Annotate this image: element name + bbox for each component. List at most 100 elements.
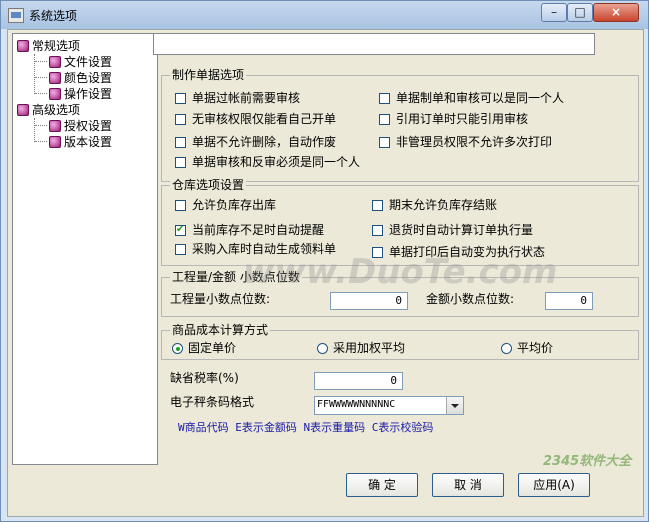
- header-text-box[interactable]: [153, 33, 595, 55]
- checkbox-box-checked[interactable]: [175, 223, 186, 237]
- amount-decimal-input[interactable]: 0: [545, 292, 593, 310]
- checkbox-box[interactable]: [379, 93, 390, 104]
- group-title: 制作单据选项: [170, 68, 247, 82]
- checkbox-box[interactable]: [175, 200, 186, 211]
- radio-average-price[interactable]: 平均价: [501, 341, 553, 355]
- checkbox-negative-stock-close[interactable]: 期末允许负库存结账: [372, 198, 497, 212]
- tree-item-operation-settings[interactable]: 操作设置: [49, 86, 112, 102]
- checkbox-box[interactable]: [175, 157, 186, 168]
- qty-decimal-input[interactable]: 0: [330, 292, 408, 310]
- chevron-down-icon[interactable]: [446, 397, 463, 414]
- options-tree[interactable]: 常规选项 文件设置 颜色设置 操作设置 高级选项 授权设置 版本设置: [12, 33, 158, 465]
- tree-item-label: 操作设置: [64, 87, 113, 101]
- book-icon: [49, 72, 61, 84]
- close-button[interactable]: ×: [593, 3, 639, 22]
- checkbox-label: 非管理员权限不允许多次打印: [396, 135, 553, 149]
- barcode-format-select[interactable]: FFWWWWWNNNNNC: [314, 396, 464, 415]
- checkbox-box[interactable]: [372, 225, 383, 236]
- book-icon: [17, 40, 29, 52]
- checkbox-box[interactable]: [175, 93, 186, 104]
- tree-item-file-settings[interactable]: 文件设置: [49, 54, 112, 70]
- book-icon: [49, 56, 61, 68]
- app-icon: [8, 8, 24, 23]
- group-title: 商品成本计算方式: [170, 323, 271, 337]
- checkbox-low-stock-alert[interactable]: 当前库存不足时自动提醒: [175, 223, 324, 237]
- radio-dot-selected[interactable]: [172, 343, 183, 354]
- cancel-button[interactable]: 取 消: [432, 473, 504, 497]
- radio-weighted-average[interactable]: 采用加权平均: [317, 341, 405, 355]
- group-title: 仓库选项设置: [170, 178, 247, 192]
- tree-item-label: 常规选项: [32, 39, 81, 53]
- dialog-body: 常规选项 文件设置 颜色设置 操作设置 高级选项 授权设置 版本设置 制作单据选…: [7, 29, 644, 517]
- amount-decimal-label: 金额小数点位数:: [426, 292, 515, 306]
- checkbox-box[interactable]: [175, 244, 186, 255]
- system-options-window: 系统选项 – □ × 常规选项 文件设置 颜色设置 操作设置 高级选项 授权设置…: [0, 0, 649, 522]
- checkbox-box[interactable]: [379, 114, 390, 125]
- radio-label: 固定单价: [188, 341, 237, 355]
- tax-rate-input[interactable]: 0: [314, 372, 403, 390]
- tree-connector: [34, 54, 35, 94]
- window-title: 系统选项: [29, 9, 78, 23]
- tree-connector: [35, 61, 47, 62]
- tree-item-label: 高级选项: [32, 103, 81, 117]
- checkbox-own-bills-only[interactable]: 无审核权限仅能看自己开单: [175, 112, 336, 126]
- radio-label: 采用加权平均: [333, 341, 406, 355]
- tree-item-license-settings[interactable]: 授权设置: [49, 118, 112, 134]
- book-icon: [49, 88, 61, 100]
- checkbox-require-audit[interactable]: 单据过帐前需要审核: [175, 91, 300, 105]
- tree-item-general[interactable]: 常规选项: [17, 38, 80, 54]
- tree-item-color-settings[interactable]: 颜色设置: [49, 70, 112, 86]
- checkbox-same-person[interactable]: 单据制单和审核可以是同一个人: [379, 91, 564, 105]
- book-icon: [49, 136, 61, 148]
- radio-dot[interactable]: [317, 343, 328, 354]
- barcode-format-hint: W商品代码 E表示金额码 N表示重量码 C表示校验码: [178, 421, 434, 434]
- radio-fixed-price[interactable]: 固定单价: [172, 341, 236, 355]
- tree-item-label: 授权设置: [64, 119, 113, 133]
- checkbox-no-delete[interactable]: 单据不允许删除，自动作废: [175, 135, 336, 149]
- checkbox-label: 当前库存不足时自动提醒: [192, 223, 325, 237]
- barcode-format-value: FFWWWWWNNNNNC: [317, 399, 396, 410]
- tree-connector: [35, 125, 47, 126]
- ok-button[interactable]: 确 定: [346, 473, 418, 497]
- tree-connector: [35, 93, 47, 94]
- checkbox-label: 单据过帐前需要审核: [192, 91, 301, 105]
- radio-label: 平均价: [517, 341, 554, 355]
- bill-options-group: 制作单据选项 单据过帐前需要审核 单据制单和审核可以是同一个人 无审核权限仅能看…: [161, 68, 639, 182]
- book-icon: [49, 120, 61, 132]
- tree-item-version-settings[interactable]: 版本设置: [49, 134, 112, 150]
- tree-connector: [35, 141, 47, 142]
- barcode-format-label: 电子秤条码格式: [170, 395, 255, 409]
- tree-item-label: 版本设置: [64, 135, 113, 149]
- checkbox-label: 引用订单时只能引用审核: [396, 112, 529, 126]
- checkbox-box[interactable]: [175, 137, 186, 148]
- checkbox-box[interactable]: [379, 137, 390, 148]
- title-bar[interactable]: 系统选项 – □ ×: [1, 1, 648, 29]
- tree-item-label: 颜色设置: [64, 71, 113, 85]
- corner-watermark: 2345软件大全: [543, 454, 632, 469]
- checkbox-no-multi-print[interactable]: 非管理员权限不允许多次打印: [379, 135, 552, 149]
- checkbox-label: 无审核权限仅能看自己开单: [192, 112, 337, 126]
- maximize-button[interactable]: □: [567, 3, 593, 22]
- checkbox-box[interactable]: [372, 200, 383, 211]
- watermark: www.DuoTe.com: [243, 252, 558, 292]
- qty-decimal-label: 工程量小数点位数:: [170, 292, 271, 306]
- checkbox-label: 单据不允许删除，自动作废: [192, 135, 337, 149]
- checkbox-box[interactable]: [175, 114, 186, 125]
- tree-item-label: 文件设置: [64, 55, 113, 69]
- checkbox-return-calc[interactable]: 退货时自动计算订单执行量: [372, 223, 533, 237]
- checkbox-audit-same-person[interactable]: 单据审核和反审必须是同一个人: [175, 155, 360, 169]
- minimize-button[interactable]: –: [541, 3, 567, 22]
- checkbox-label: 单据制单和审核可以是同一个人: [396, 91, 565, 105]
- checkbox-negative-stock-out[interactable]: 允许负库存出库: [175, 198, 276, 212]
- apply-button[interactable]: 应用(A): [518, 473, 590, 497]
- checkbox-label: 单据审核和反审必须是同一个人: [192, 155, 361, 169]
- radio-dot[interactable]: [501, 343, 512, 354]
- checkbox-label: 允许负库存出库: [192, 198, 277, 212]
- checkbox-reference-audited[interactable]: 引用订单时只能引用审核: [379, 112, 528, 126]
- tax-rate-label: 缺省税率(%): [170, 371, 239, 385]
- checkbox-label: 期末允许负库存结账: [389, 198, 498, 212]
- checkbox-label: 退货时自动计算订单执行量: [389, 223, 534, 237]
- tree-connector: [35, 77, 47, 78]
- tree-item-advanced[interactable]: 高级选项: [17, 102, 80, 118]
- cost-method-group: 商品成本计算方式 固定单价 采用加权平均 平均价: [161, 323, 639, 360]
